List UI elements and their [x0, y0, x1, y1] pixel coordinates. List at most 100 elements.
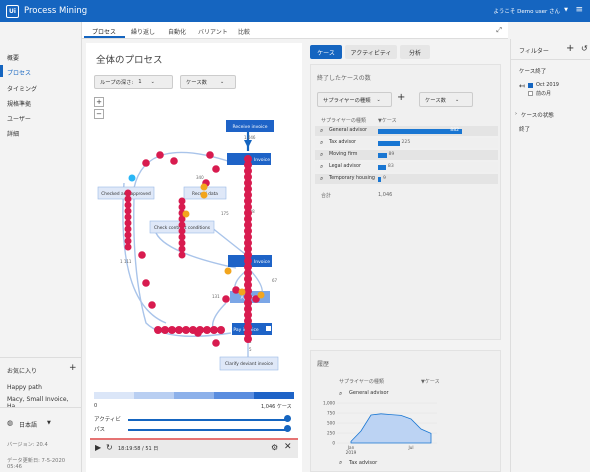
chevron-down-icon[interactable]: ▼	[47, 420, 51, 426]
case-token	[182, 326, 190, 334]
cases-metric-dropdown[interactable]: ケース数 ⌄	[419, 92, 473, 107]
activity-slider-handle[interactable]	[284, 415, 291, 422]
edge-label: 340	[196, 175, 204, 180]
history-col-cases: ▼ケース	[421, 379, 440, 385]
case-token	[178, 245, 186, 253]
history-title: 履歴	[317, 361, 330, 368]
ended-cases-card: 終了したケースの数 サプライヤーの種類 ⌄ + ケース数 ⌄ サプライヤーの種類…	[310, 64, 501, 340]
edge-label: 1 111	[120, 259, 132, 264]
add-favorite-icon[interactable]: +	[69, 363, 77, 373]
user-greeting[interactable]: ようこそ Demo user さん	[493, 7, 560, 15]
path-slider-track[interactable]	[128, 429, 288, 431]
col-cases: ▼ケース	[378, 118, 397, 124]
supplier-bar	[378, 165, 386, 170]
tab-activity[interactable]: アクティビティ	[345, 45, 397, 59]
favorite-item[interactable]: Happy path	[7, 384, 42, 391]
menu-icon[interactable]: ≡	[575, 5, 583, 15]
playback-progress[interactable]	[90, 438, 298, 440]
supplier-bar-row[interactable]: ⌕ Temporary housing 9	[315, 174, 498, 184]
sidebar-item-overview[interactable]: 概要	[7, 53, 19, 62]
sidebar-item-conformance[interactable]: 規格準拠	[7, 99, 31, 108]
play-icon[interactable]: ▶	[95, 443, 101, 452]
add-dimension-icon[interactable]: +	[397, 92, 405, 103]
node-clarify[interactable]: Clarify deviant invoice	[225, 361, 273, 367]
path-slider-handle[interactable]	[284, 425, 291, 432]
node-receive-invoice[interactable]: Receive invoice	[232, 124, 267, 130]
tab-process[interactable]: プロセス	[92, 27, 116, 36]
node-invoice-b[interactable]: Invoice	[254, 259, 270, 265]
process-graph-card: 全体のプロセス ループの深さ: 1 ⌄ ケース数 ⌄ + − Receive i…	[86, 43, 302, 472]
supplier-bar	[378, 153, 387, 158]
sidebar-item-details[interactable]: 詳細	[7, 129, 19, 138]
case-token	[161, 326, 169, 334]
search-icon: ⌕	[320, 151, 324, 158]
divider	[0, 357, 82, 358]
supplier-value: 9	[383, 176, 386, 181]
end-date-option[interactable]: Oct 2019	[536, 82, 559, 88]
supplier-value: 225	[401, 140, 411, 145]
tab-compare[interactable]: 比較	[238, 27, 250, 36]
supplier-value: 83	[387, 164, 394, 169]
undo-icon[interactable]: ↺	[581, 44, 588, 53]
edge-label: 131	[212, 294, 220, 299]
y-tick-label: 250	[327, 431, 335, 436]
chevron-down-icon: ⌄	[376, 96, 381, 103]
case-token	[175, 326, 183, 334]
add-filter-icon[interactable]: +	[566, 43, 574, 54]
supplier-bar	[378, 141, 400, 146]
tab-automation[interactable]: 自動化	[168, 27, 186, 36]
search-icon: ⌕	[320, 175, 324, 182]
supplier-bar-row[interactable]: ⌕ General advisor 882	[315, 126, 498, 136]
top-bar: Ui Process Mining ようこそ Demo user さん ▼ ≡	[0, 0, 590, 22]
language-selector[interactable]: 日本語	[19, 420, 37, 429]
globe-icon: ◍	[7, 419, 14, 427]
activity-slider-track[interactable]	[128, 419, 288, 421]
previous-month-option[interactable]: 前の月	[536, 90, 551, 97]
close-icon[interactable]: ✕	[284, 442, 292, 452]
expand-icon[interactable]: ⤢	[496, 26, 502, 35]
case-state-filter[interactable]: ケースの状態	[521, 111, 554, 119]
tab-analysis[interactable]: 分析	[400, 45, 430, 59]
sidebar-item-timing[interactable]: タイミング	[7, 84, 37, 93]
history-next-label: Tax advisor	[349, 460, 378, 466]
case-token	[124, 201, 132, 209]
data-updated-text: データ更新日: 7-5-2020 05:46	[7, 458, 66, 470]
history-area-series	[350, 413, 432, 444]
favorites-title: お気に入り	[7, 368, 38, 375]
case-token	[257, 291, 265, 299]
supplier-bar-row[interactable]: ⌕ Tax advisor 225	[315, 138, 498, 148]
user-caret-icon[interactable]: ▼	[564, 7, 568, 13]
tab-cases[interactable]: ケース	[310, 45, 342, 59]
supplier-label: Moving firm	[329, 152, 358, 157]
case-token	[148, 301, 156, 309]
supplier-value: 89	[388, 152, 395, 157]
supplier-bar-row[interactable]: ⌕ Moving firm 89	[315, 150, 498, 160]
filter-title: フィルター	[519, 48, 549, 55]
case-token	[200, 183, 208, 191]
case-token	[222, 295, 230, 303]
case-token	[182, 210, 190, 218]
divider	[511, 59, 590, 60]
end-filter[interactable]: 終了	[519, 125, 530, 133]
x-tick-label: 2019	[346, 450, 357, 455]
replay-icon[interactable]: ↻	[106, 443, 113, 452]
gear-icon[interactable]: ⚙	[271, 443, 278, 452]
cases-metric-label: ケース数	[425, 97, 446, 104]
chevron-down-icon: ⌄	[454, 96, 460, 103]
node-invoice-a[interactable]: Invoice	[254, 157, 270, 163]
supplier-label: Legal advisor	[329, 164, 361, 169]
tab-repeats[interactable]: 繰り返し	[131, 27, 155, 36]
chevron-right-icon[interactable]: ›	[515, 111, 517, 117]
playback-time: 18:19:58 / 51 日	[118, 446, 159, 452]
case-token	[124, 231, 132, 239]
case-token	[210, 326, 218, 334]
supplier-bar-row[interactable]: ⌕ Legal advisor 83	[315, 162, 498, 172]
supplier-dropdown[interactable]: サプライヤーの種類 ⌄	[317, 92, 392, 107]
version-text: バージョン: 20.4	[7, 442, 48, 448]
checkbox-checked[interactable]	[528, 83, 533, 88]
sidebar-item-users[interactable]: ユーザー	[7, 114, 31, 123]
tab-variants[interactable]: バリアント	[198, 27, 228, 36]
sidebar-item-process[interactable]: プロセス	[7, 68, 31, 77]
checkbox-unchecked[interactable]	[528, 91, 533, 96]
app-logo[interactable]: Ui Process Mining	[6, 4, 87, 18]
